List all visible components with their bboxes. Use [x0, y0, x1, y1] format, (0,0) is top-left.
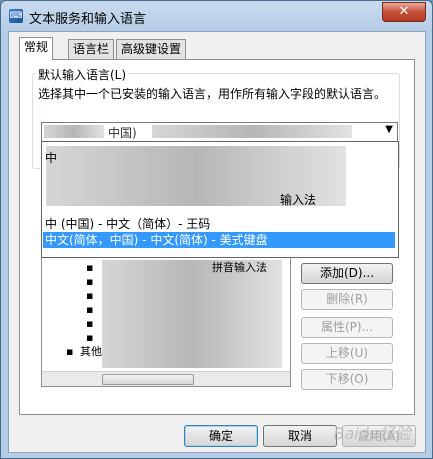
- dropdown-item[interactable]: 中 (中国) - 中文（简体）- 王码: [43, 216, 395, 232]
- blurred-region: [44, 125, 104, 138]
- dialog-window: ⌨ 文本服务和输入语言 ✕ 常规 语言栏 高级键设置 默认输入语言(L) 选择其…: [0, 0, 433, 459]
- blurred-region: [102, 260, 282, 368]
- tree-bullet: ▪: [86, 275, 94, 288]
- tree-bullet: ▪: [66, 345, 74, 358]
- language-dropdown-list[interactable]: 中 输入法 中 (中国) - 中文（简体）- 王码 中文(简体，中国) - 中文…: [41, 141, 399, 258]
- move-down-button[interactable]: 下移(O): [301, 369, 393, 390]
- tree-bullet: ▪: [86, 261, 94, 274]
- default-language-title: 默认输入语言(L): [36, 66, 129, 83]
- tree-bullet: ▪: [86, 289, 94, 302]
- move-up-button[interactable]: 上移(U): [301, 343, 393, 364]
- cancel-button[interactable]: 取消: [263, 425, 337, 447]
- ok-button[interactable]: 确定: [184, 425, 258, 447]
- close-button[interactable]: ✕: [382, 2, 426, 22]
- installed-services-tree[interactable]: ▪ ▪ ▪ ▪ ▪ ▪ 拼音输入法 ▪ 其他: [41, 257, 291, 387]
- dropdown-item[interactable]: 输入法: [278, 192, 390, 208]
- default-language-combo[interactable]: 中国) ▼: [41, 122, 398, 142]
- remove-button[interactable]: 删除(R): [301, 289, 393, 310]
- tree-bullet: ▪: [86, 317, 94, 330]
- dropdown-item[interactable]: 中: [43, 150, 395, 166]
- title-bar: ⌨ 文本服务和输入语言 ✕: [1, 1, 432, 31]
- dropdown-item-selected[interactable]: 中文(简体，中国) - 中文(简体) - 美式键盘: [43, 232, 395, 248]
- blurred-region: [152, 125, 352, 138]
- horizontal-scrollbar[interactable]: [42, 371, 290, 386]
- keyboard-icon: ⌨: [9, 9, 23, 23]
- tree-bullet: ▪: [86, 303, 94, 316]
- combo-selected-value: 中国): [108, 126, 137, 140]
- tree-item-other[interactable]: 其他: [80, 346, 102, 358]
- default-language-description: 选择其中一个已安装的输入语言，用作所有输入字段的默认语言。: [38, 87, 387, 101]
- chevron-down-icon[interactable]: ▼: [385, 124, 393, 135]
- watermark-logo: Baidu经验: [333, 424, 411, 443]
- tab-language-bar[interactable]: 语言栏: [68, 39, 115, 59]
- scrollbar-thumb[interactable]: [102, 374, 194, 385]
- tab-advanced-key-settings[interactable]: 高级键设置: [116, 39, 187, 59]
- tree-item-label[interactable]: 拼音输入法: [212, 262, 267, 274]
- dialog-client: 常规 语言栏 高级键设置 默认输入语言(L) 选择其中一个已安装的输入语言，用作…: [8, 31, 426, 453]
- properties-button[interactable]: 属性(P)...: [301, 317, 393, 338]
- add-button[interactable]: 添加(D)...: [301, 263, 393, 284]
- window-title: 文本服务和输入语言: [29, 12, 147, 27]
- tab-general[interactable]: 常规: [19, 37, 54, 60]
- tree-bullet: ▪: [86, 331, 94, 344]
